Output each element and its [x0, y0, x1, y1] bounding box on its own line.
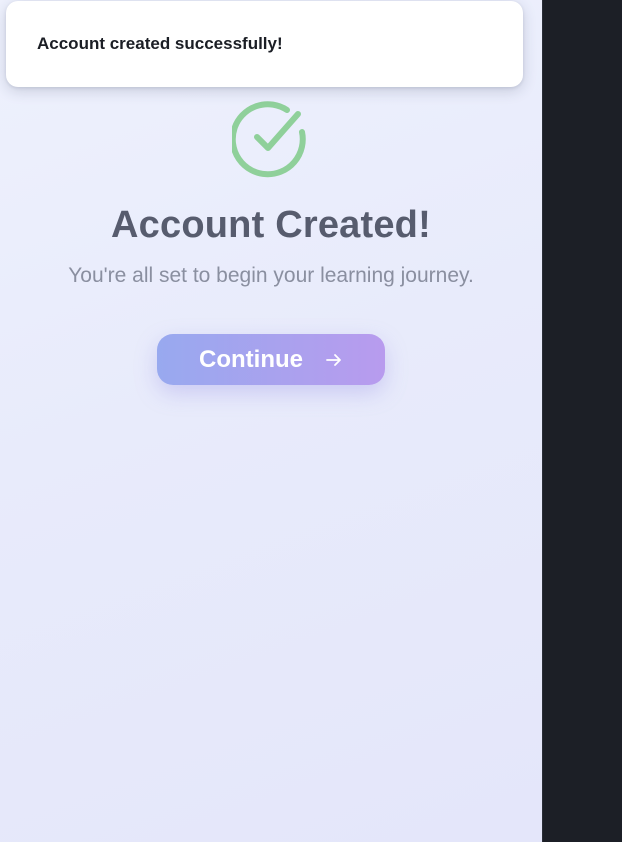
continue-button-label: Continue [199, 345, 303, 373]
page-subtitle: You're all set to begin your learning jo… [68, 264, 474, 287]
page-title: Account Created! [111, 204, 431, 246]
success-content: Account Created! You're all set to begin… [0, 100, 542, 385]
check-circle-icon [232, 101, 306, 178]
toast-message: Account created successfully! [37, 34, 283, 53]
side-panel [542, 0, 622, 842]
continue-button[interactable]: Continue [157, 334, 385, 385]
success-toast: Account created successfully! [6, 1, 523, 87]
app-screen: Account Created! You're all set to begin… [0, 0, 542, 842]
arrow-right-icon [326, 353, 341, 366]
